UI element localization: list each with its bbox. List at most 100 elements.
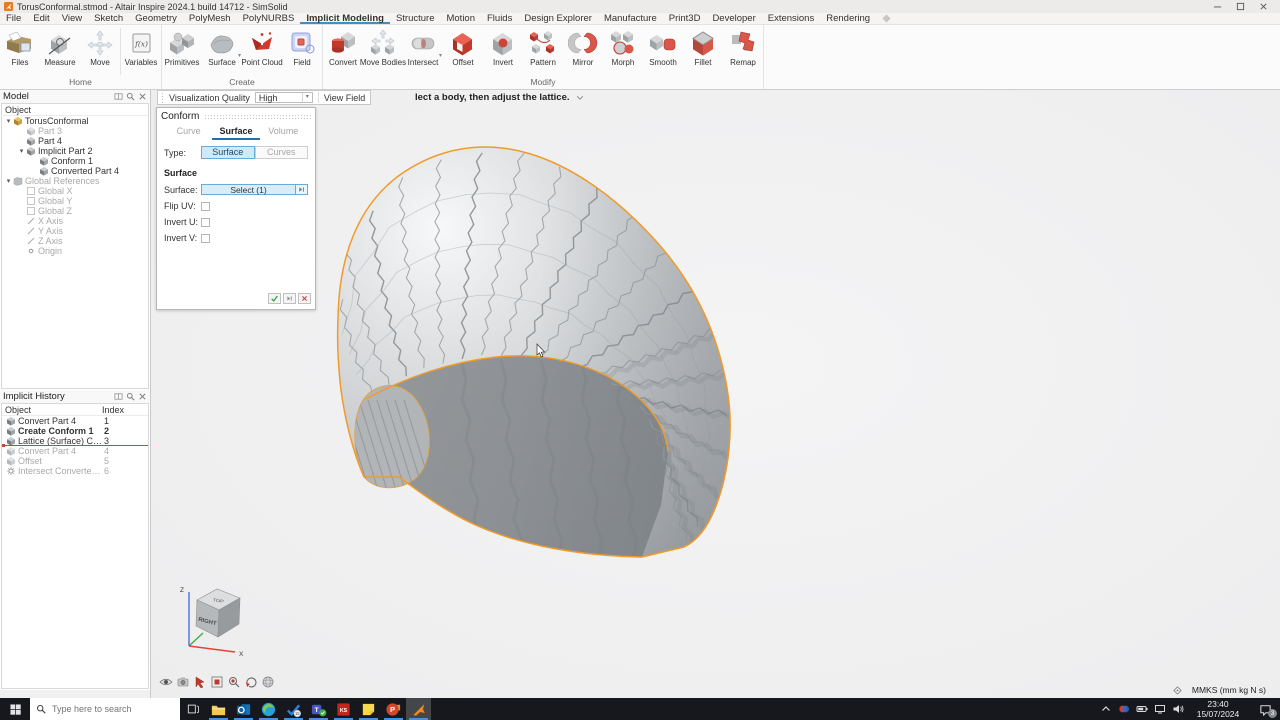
antivirus-icon[interactable] <box>1118 703 1130 715</box>
ribbon-tool[interactable]: Pattern <box>523 28 563 75</box>
history-row[interactable]: Convert Part 4 1 <box>2 416 148 426</box>
taskbar-app[interactable] <box>256 698 281 720</box>
model-tree-item[interactable]: Global Z <box>2 206 148 216</box>
menu-item[interactable]: Geometry <box>129 13 183 24</box>
search-icon[interactable] <box>126 392 135 401</box>
menu-item[interactable]: PolyNURBS <box>237 13 301 24</box>
action-center-button[interactable]: 3 <box>1252 698 1278 720</box>
taskbar-app[interactable]: KS <box>331 698 356 720</box>
minimize-button[interactable] <box>1213 2 1222 11</box>
model-tree-item[interactable]: Global Y <box>2 196 148 206</box>
panel-dock-icon[interactable] <box>114 92 123 101</box>
model-tree-item[interactable]: Part 4 <box>2 136 148 146</box>
tree-expander-icon[interactable]: ▾ <box>17 147 26 155</box>
close-icon[interactable] <box>138 92 147 101</box>
ribbon-tool[interactable]: Smooth <box>643 28 683 75</box>
ribbon-tool[interactable]: Convert <box>323 28 363 75</box>
ribbon-tool[interactable]: Fillet <box>683 28 723 75</box>
model-tree-item[interactable]: Converted Part 4 <box>2 166 148 176</box>
chevron-up-icon[interactable] <box>1100 703 1112 715</box>
ok-button[interactable] <box>268 293 281 304</box>
taskbar-app[interactable] <box>206 698 231 720</box>
conform-tab[interactable]: Surface <box>212 126 259 140</box>
network-icon[interactable] <box>1154 703 1166 715</box>
checkbox[interactable] <box>201 234 210 243</box>
dialog-drag-handle[interactable] <box>204 114 311 120</box>
taskbar-app[interactable] <box>406 698 431 720</box>
conform-tab[interactable]: Volume <box>260 126 307 140</box>
ribbon-tool[interactable]: Offset <box>443 28 483 75</box>
menu-item[interactable]: Manufacture <box>598 13 663 24</box>
menu-item[interactable]: Developer <box>706 13 761 24</box>
close-button[interactable] <box>1259 2 1268 11</box>
close-icon[interactable] <box>138 392 147 401</box>
type-option-button[interactable]: Surface <box>201 146 255 159</box>
search-icon[interactable] <box>126 92 135 101</box>
search-input[interactable] <box>50 703 174 715</box>
surface-select[interactable]: Select (1) <box>201 184 308 195</box>
ribbon-tool[interactable]: Point Cloud <box>242 28 282 75</box>
menu-overflow-icon[interactable] <box>882 14 891 23</box>
ribbon-tool[interactable]: Files <box>0 28 40 75</box>
menu-item[interactable]: Motion <box>440 13 481 24</box>
checkbox[interactable] <box>201 202 210 211</box>
ribbon-tool[interactable]: Field <box>282 28 322 75</box>
model-tree-item[interactable]: ▾ Global References <box>2 176 148 186</box>
clock[interactable]: 23:40 15/07/2024 <box>1190 699 1246 719</box>
menu-item[interactable]: Extensions <box>762 13 820 24</box>
model-tree-item[interactable]: Part 3 <box>2 126 148 136</box>
snapshot-icon[interactable] <box>176 675 190 689</box>
menu-item[interactable]: Print3D <box>663 13 707 24</box>
model-tree-item[interactable]: X Axis <box>2 216 148 226</box>
toolbar-drag-handle[interactable] <box>161 92 164 103</box>
conform-tab[interactable]: Curve <box>165 126 212 140</box>
history-position-marker[interactable] <box>2 445 148 446</box>
taskbar-search[interactable] <box>30 698 180 720</box>
torus-lattice-body[interactable] <box>338 147 732 560</box>
history-row[interactable]: Offset 5 <box>2 456 148 466</box>
viewport-3d[interactable]: Z X TOP RIGHT Visualization Quality High… <box>150 90 1280 698</box>
taskbar-app[interactable]: T <box>306 698 331 720</box>
start-button[interactable] <box>0 698 30 720</box>
vis-quality-select[interactable]: High ▾ <box>255 92 313 103</box>
perspective-icon[interactable] <box>261 675 275 689</box>
ribbon-tool[interactable]: Invert <box>483 28 523 75</box>
model-tree-item[interactable]: Origin <box>2 246 148 256</box>
tree-expander-icon[interactable]: ▾ <box>4 177 13 185</box>
menu-item[interactable]: Implicit Modeling <box>300 13 390 24</box>
menu-item[interactable]: Sketch <box>88 13 129 24</box>
ribbon-tool[interactable]: Mirror <box>563 28 603 75</box>
ribbon-tool[interactable]: ▾ Surface <box>202 28 242 75</box>
model-tree-item[interactable]: ▾ Implicit Part 2 <box>2 146 148 156</box>
panel-dock-icon[interactable] <box>114 392 123 401</box>
model-tree-item[interactable]: Global X <box>2 186 148 196</box>
menu-item[interactable]: Design Explorer <box>518 13 598 24</box>
type-option-button[interactable]: Curves <box>255 146 309 159</box>
model-tree-item[interactable]: Conform 1 <box>2 156 148 166</box>
ribbon-tool[interactable]: Remap <box>723 28 763 75</box>
ribbon-tool[interactable]: Move Bodies <box>363 28 403 75</box>
show-hide-icon[interactable] <box>159 675 173 689</box>
taskbar-app[interactable]: P <box>381 698 406 720</box>
rotate-view-icon[interactable] <box>244 675 258 689</box>
menu-item[interactable]: Structure <box>390 13 441 24</box>
ribbon-tool[interactable]: Move <box>80 28 120 75</box>
apply-button[interactable] <box>283 293 296 304</box>
menu-item[interactable]: File <box>0 13 27 24</box>
taskbar-app[interactable] <box>356 698 381 720</box>
battery-icon[interactable] <box>1136 703 1148 715</box>
history-row[interactable]: Intersect Converted Part 4 6 <box>2 466 148 476</box>
taskbar-app[interactable] <box>231 698 256 720</box>
cancel-button[interactable] <box>298 293 311 304</box>
select-view-icon[interactable] <box>193 675 207 689</box>
ribbon-tool[interactable]: Primitives <box>162 28 202 75</box>
history-row[interactable]: Convert Part 4 4 <box>2 446 148 456</box>
model-tree-item[interactable]: Y Axis <box>2 226 148 236</box>
view-cube[interactable]: Z X TOP RIGHT <box>180 587 244 658</box>
volume-icon[interactable] <box>1172 703 1184 715</box>
menu-item[interactable]: PolyMesh <box>183 13 237 24</box>
menu-item[interactable]: Fluids <box>481 13 518 24</box>
history-row[interactable]: Create Conform 1 2 <box>2 426 148 436</box>
menu-item[interactable]: Rendering <box>820 13 876 24</box>
tree-expander-icon[interactable]: ▾ <box>4 117 13 125</box>
